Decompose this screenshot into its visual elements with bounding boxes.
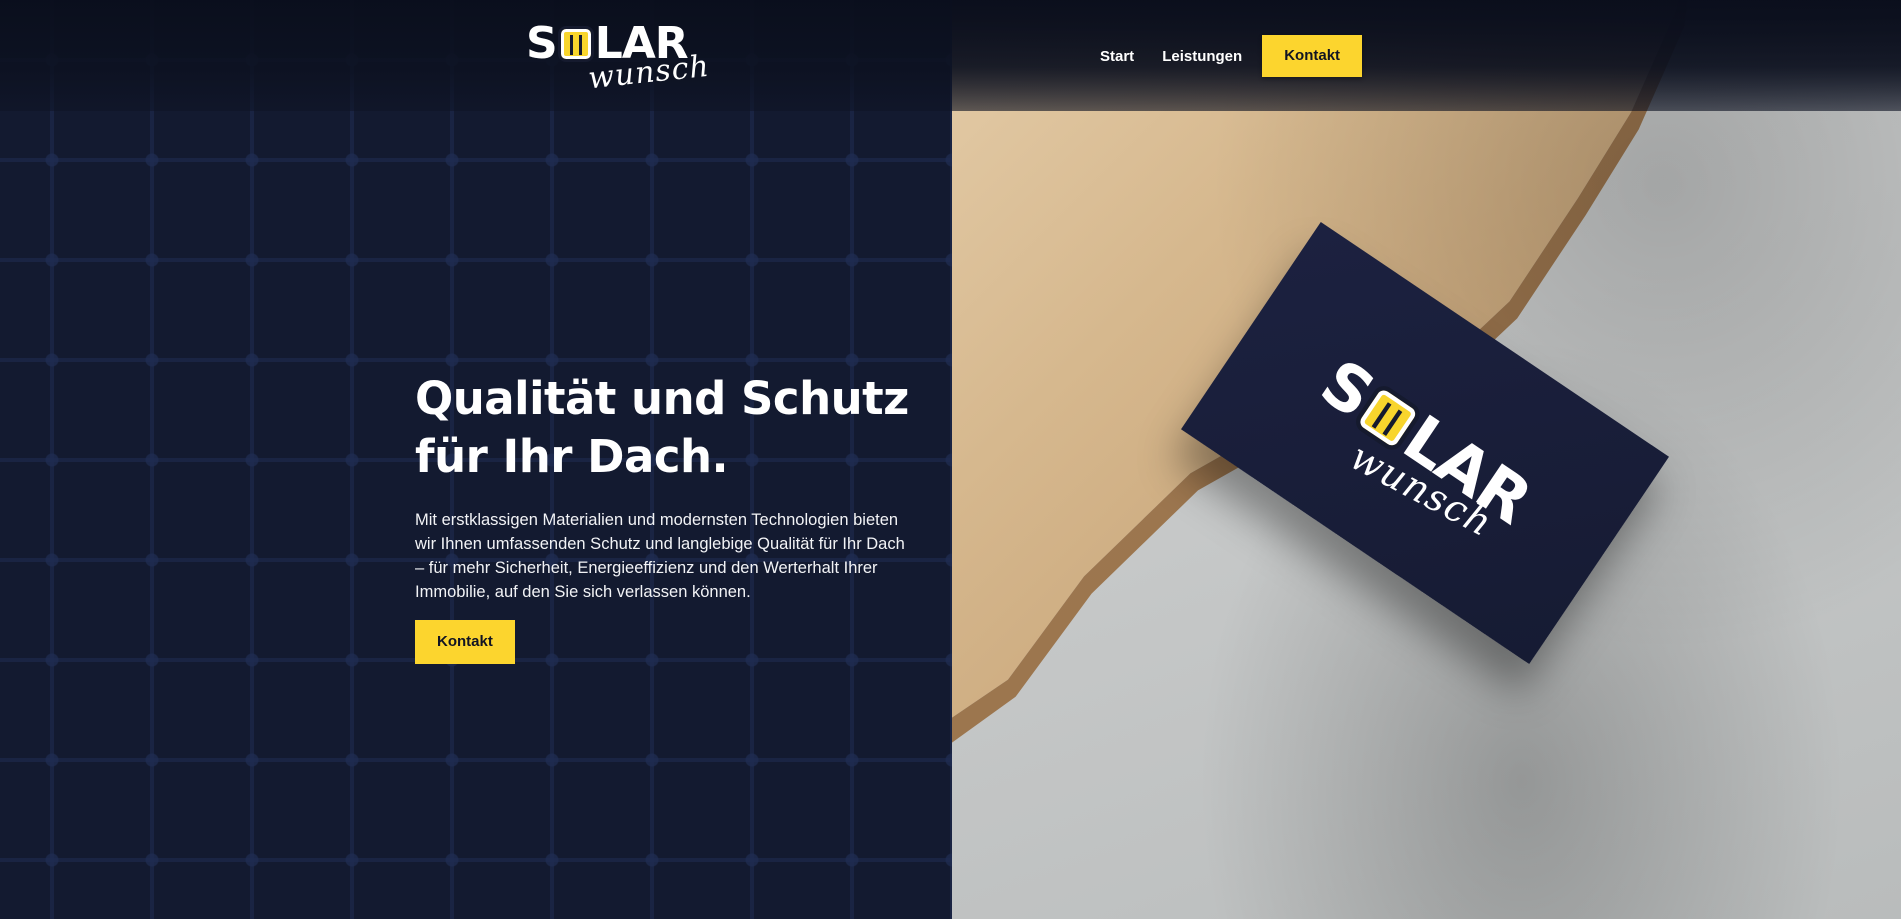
- hero-section: Qualität und Schutz für Ihr Dach. Mit er…: [415, 370, 915, 664]
- hero-title-line2: für Ihr Dach.: [415, 430, 729, 483]
- hero-title: Qualität und Schutz für Ihr Dach.: [415, 370, 915, 486]
- header-shade: [952, 0, 1901, 111]
- nav-item-start[interactable]: Start: [1100, 48, 1134, 65]
- nav-contact-button[interactable]: Kontakt: [1262, 35, 1363, 77]
- main-nav: Start Leistungen Kontakt: [1100, 35, 1363, 77]
- logo-s: S: [526, 18, 558, 69]
- card-logo: S LAR wunsch: [1308, 346, 1544, 546]
- site-logo[interactable]: S LAR wunsch: [526, 18, 711, 97]
- hero-contact-button[interactable]: Kontakt: [415, 620, 515, 664]
- nav-item-leistungen[interactable]: Leistungen: [1162, 48, 1242, 65]
- hero-description: Mit erstklassigen Materialien und modern…: [415, 511, 905, 601]
- solar-panel-icon: [557, 26, 594, 62]
- hero-title-line1: Qualität und Schutz: [415, 372, 909, 425]
